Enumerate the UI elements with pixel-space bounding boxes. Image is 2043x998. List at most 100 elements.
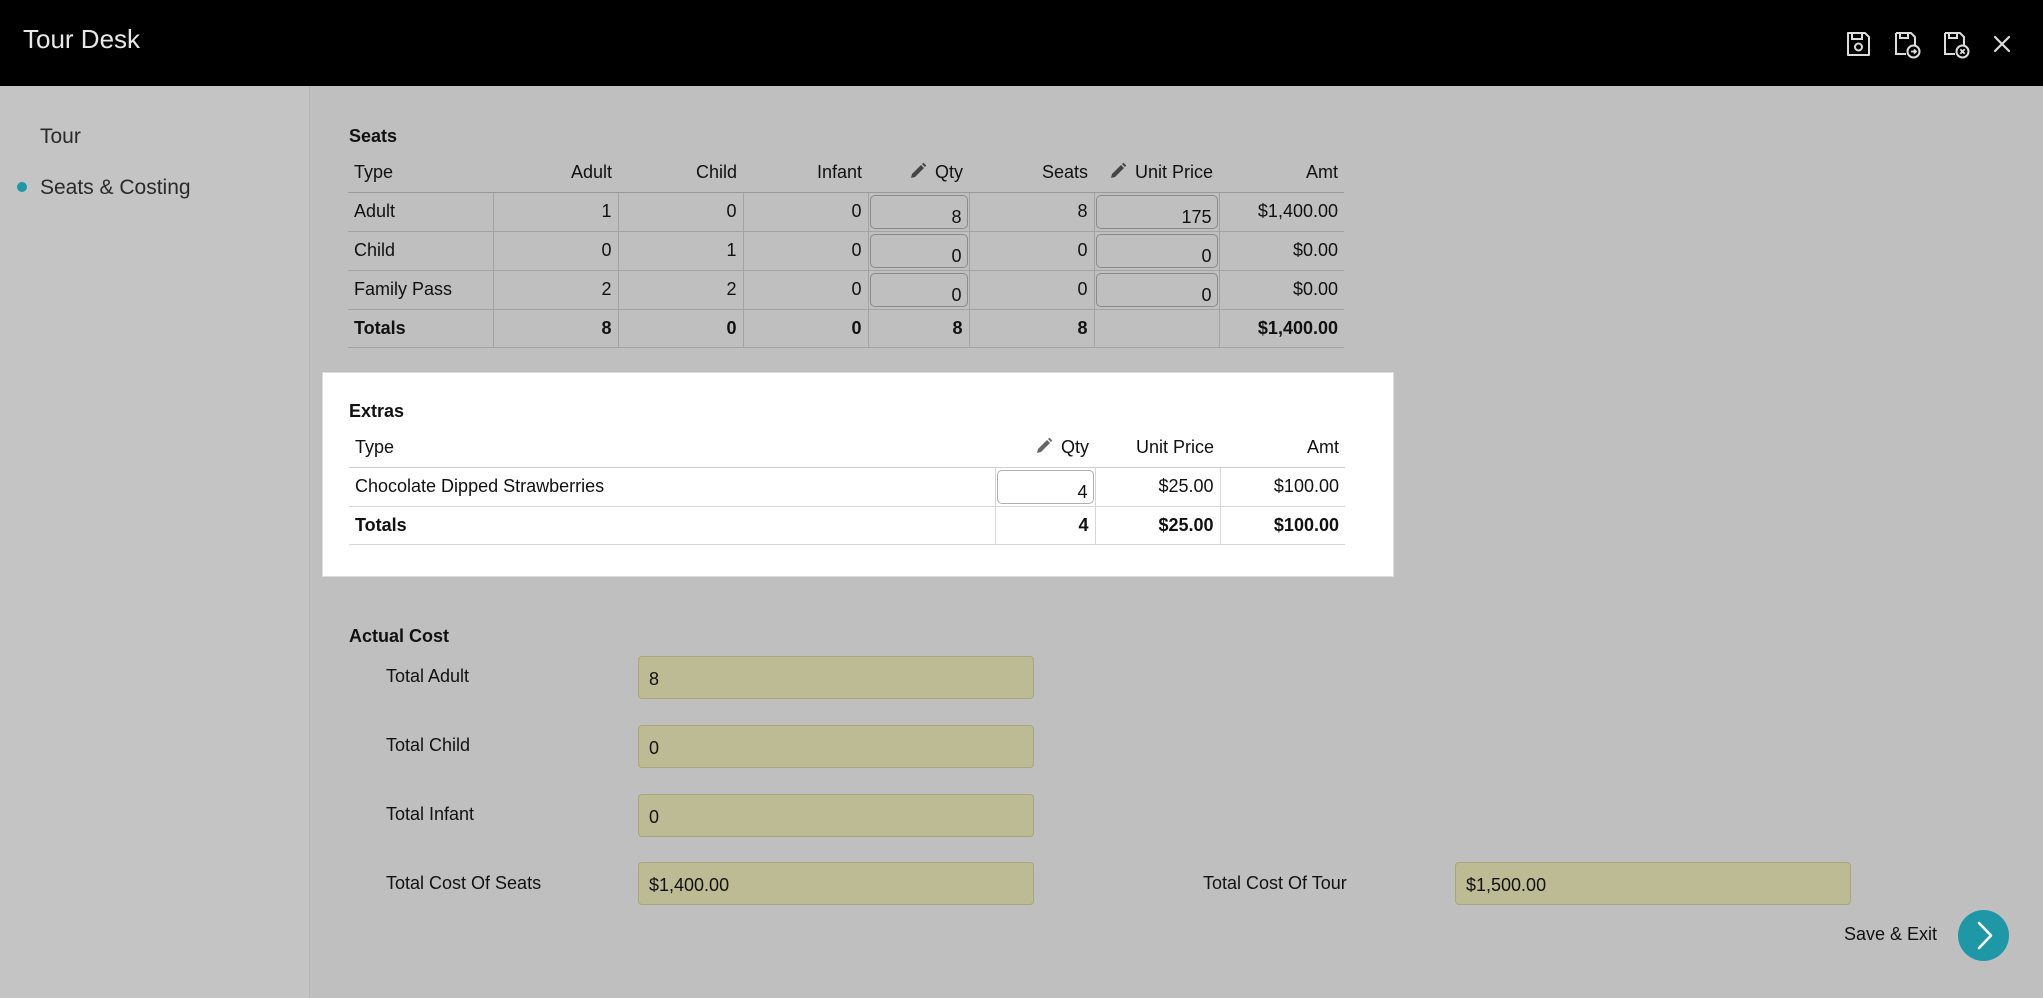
actual-cost-section-title: Actual Cost xyxy=(349,626,450,646)
totals-row: Totals 4 $25.00 $100.00 xyxy=(349,506,1345,545)
seats-section-title: Seats xyxy=(349,126,398,146)
extras-panel: Extras Type Qty Unit Price Amt Chocolate… xyxy=(322,372,1394,577)
cell-unit-price: 0 xyxy=(1093,270,1219,310)
col-header-infant: Infant xyxy=(743,154,868,193)
qty-input[interactable]: 0 xyxy=(869,233,968,268)
save-and-close-icon[interactable] xyxy=(1940,28,1972,60)
total-child-field: 0 xyxy=(638,725,1034,768)
col-header-child: Child xyxy=(618,154,743,193)
total-unit-price-cell xyxy=(1093,309,1219,348)
table-row: Adult 1 0 0 8 8 175 $1,400.00 xyxy=(348,192,1344,232)
cell-seats: 8 xyxy=(968,192,1094,232)
cell-unit-price: 175 xyxy=(1093,192,1219,232)
qty-input[interactable]: 0 xyxy=(869,272,968,307)
total-amt-cell: $100.00 xyxy=(1219,506,1345,545)
col-header-qty-label: Qty xyxy=(934,162,963,183)
table-row: Chocolate Dipped Strawberries 4 $25.00 $… xyxy=(349,467,1345,507)
save-exit-label[interactable]: Save & Exit xyxy=(1844,924,1937,945)
cell-qty: 0 xyxy=(867,270,969,310)
col-header-qty: Qty xyxy=(995,429,1095,468)
total-cost-of-tour-field: $1,500.00 xyxy=(1455,862,1851,905)
cell-amt: $0.00 xyxy=(1218,270,1344,310)
cell-adult: 1 xyxy=(492,192,618,232)
pencil-icon xyxy=(1036,438,1053,454)
total-child-cell: 0 xyxy=(617,309,743,348)
col-header-seats: Seats xyxy=(969,154,1094,193)
seats-header-row: Type Adult Child Infant Qty Seats Unit P… xyxy=(348,154,1344,193)
col-header-adult: Adult xyxy=(493,154,618,193)
total-seats-cell: 8 xyxy=(968,309,1094,348)
total-qty-cell: 4 xyxy=(994,506,1095,545)
total-cost-of-seats-label: Total Cost Of Seats xyxy=(386,873,542,893)
unit-price-input[interactable]: 0 xyxy=(1095,272,1218,307)
cell-unit-price: $25.00 xyxy=(1094,467,1220,507)
extras-section-title: Extras xyxy=(349,401,405,421)
totals-label: Totals xyxy=(349,506,995,545)
qty-input[interactable]: 8 xyxy=(869,194,968,229)
cell-seats: 0 xyxy=(968,231,1094,271)
cell-type: Family Pass xyxy=(348,270,493,310)
cell-child: 0 xyxy=(617,192,743,232)
col-header-qty-label: Qty xyxy=(1060,437,1089,458)
save-exit-button[interactable] xyxy=(1958,910,2009,961)
extras-header-row: Type Qty Unit Price Amt xyxy=(349,429,1345,468)
table-row: Child 0 1 0 0 0 0 $0.00 xyxy=(348,231,1344,271)
cell-seats: 0 xyxy=(968,270,1094,310)
save-and-new-icon[interactable] xyxy=(1891,28,1923,60)
col-header-unit-price: Unit Price xyxy=(1095,429,1220,468)
total-infant-field: 0 xyxy=(638,794,1034,837)
cell-amt: $0.00 xyxy=(1218,231,1344,271)
active-indicator-dot xyxy=(17,182,27,192)
sidebar-item-seats-costing[interactable]: Seats & Costing xyxy=(40,176,191,200)
extras-table: Type Qty Unit Price Amt Chocolate Dipped… xyxy=(349,429,1345,545)
cell-infant: 0 xyxy=(742,231,868,271)
sidebar-item-tour[interactable]: Tour xyxy=(40,125,81,149)
cell-adult: 2 xyxy=(492,270,618,310)
total-adult-field: 8 xyxy=(638,656,1034,699)
cell-amt: $1,400.00 xyxy=(1218,192,1344,232)
cell-type: Child xyxy=(348,231,493,271)
unit-price-input[interactable]: 175 xyxy=(1095,194,1218,229)
totals-row: Totals 8 0 0 8 8 $1,400.00 xyxy=(348,309,1344,348)
cell-amt: $100.00 xyxy=(1219,467,1345,507)
total-infant-cell: 0 xyxy=(742,309,868,348)
chevron-right-icon xyxy=(1977,921,1993,950)
cell-type: Adult xyxy=(348,192,493,232)
cell-adult: 0 xyxy=(492,231,618,271)
total-adult-cell: 8 xyxy=(492,309,618,348)
cell-infant: 0 xyxy=(742,270,868,310)
col-header-type: Type xyxy=(349,429,995,468)
total-adult-label: Total Adult xyxy=(386,666,470,686)
total-amt-cell: $1,400.00 xyxy=(1218,309,1344,348)
cell-qty: 0 xyxy=(867,231,969,271)
qty-input[interactable]: 4 xyxy=(996,469,1094,504)
col-header-amt: Amt xyxy=(1219,154,1344,193)
total-infant-label: Total Infant xyxy=(386,804,475,824)
total-cost-of-tour-label: Total Cost Of Tour xyxy=(1203,873,1347,893)
col-header-type: Type xyxy=(348,154,493,193)
top-bar: Tour Desk xyxy=(0,0,2043,86)
seats-table: Type Adult Child Infant Qty Seats Unit P… xyxy=(348,154,1344,348)
table-row: Family Pass 2 2 0 0 0 0 $0.00 xyxy=(348,270,1344,310)
col-header-amt: Amt xyxy=(1220,429,1345,468)
pencil-icon xyxy=(910,163,927,179)
cell-qty: 8 xyxy=(867,192,969,232)
total-child-label: Total Child xyxy=(386,735,471,755)
cell-child: 1 xyxy=(617,231,743,271)
total-cost-of-seats-field: $1,400.00 xyxy=(638,862,1034,905)
cell-unit-price: 0 xyxy=(1093,231,1219,271)
pencil-icon xyxy=(1110,163,1127,179)
save-icon[interactable] xyxy=(1842,28,1874,60)
sidebar: Tour Seats & Costing xyxy=(0,86,310,998)
cell-child: 2 xyxy=(617,270,743,310)
unit-price-input[interactable]: 0 xyxy=(1095,233,1218,268)
cell-qty: 4 xyxy=(994,467,1095,507)
close-icon[interactable] xyxy=(1986,28,2018,60)
col-header-unit-price: Unit Price xyxy=(1094,154,1219,193)
col-header-qty: Qty xyxy=(868,154,969,193)
col-header-unit-price-label: Unit Price xyxy=(1134,162,1213,183)
total-qty-cell: 8 xyxy=(867,309,969,348)
cell-infant: 0 xyxy=(742,192,868,232)
cell-type: Chocolate Dipped Strawberries xyxy=(349,467,995,507)
app-title: Tour Desk xyxy=(23,24,141,54)
